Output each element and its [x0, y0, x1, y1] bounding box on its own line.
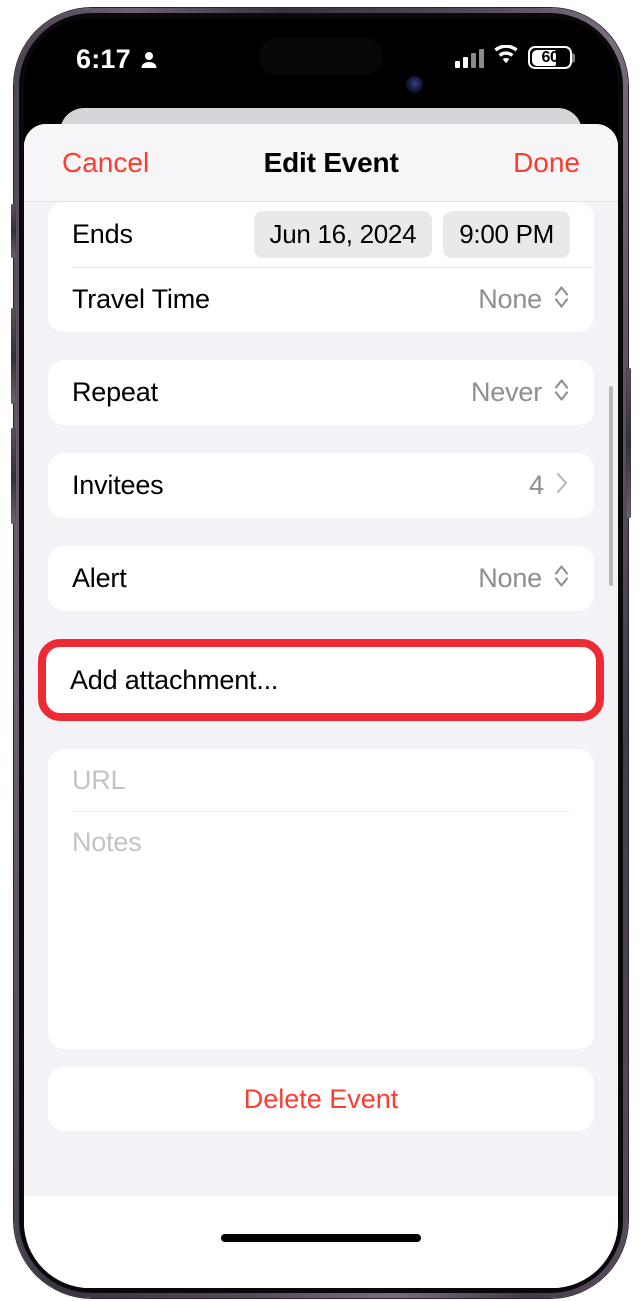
travel-time-row[interactable]: Travel Time None — [48, 267, 594, 332]
repeat-card: Repeat Never — [48, 360, 594, 425]
alert-value-group: None — [478, 563, 570, 594]
add-attachment-row[interactable]: Add attachment... — [46, 647, 596, 713]
edit-event-sheet: Cancel Edit Event Done Ends Jun 16, 2024… — [24, 124, 618, 1288]
ends-date-button[interactable]: Jun 16, 2024 — [253, 211, 433, 258]
repeat-row[interactable]: Repeat Never — [48, 360, 594, 425]
done-button[interactable]: Done — [513, 147, 580, 179]
wifi-icon — [493, 44, 519, 70]
ends-value-group: Jun 16, 2024 9:00 PM — [253, 211, 570, 258]
volume-down-button[interactable] — [11, 428, 16, 524]
travel-time-value: None — [478, 284, 542, 314]
add-attachment-label: Add attachment... — [70, 664, 279, 695]
invitees-label: Invitees — [72, 470, 164, 500]
invitees-value-group: 4 — [529, 470, 570, 501]
volume-up-button[interactable] — [11, 308, 16, 404]
invitees-count: 4 — [528, 470, 544, 500]
add-attachment-highlight-box: Add attachment... — [38, 639, 604, 721]
travel-time-value-group: None — [478, 284, 570, 315]
alert-label: Alert — [72, 563, 127, 593]
alert-row[interactable]: Alert None — [48, 546, 594, 611]
invitees-row[interactable]: Invitees 4 — [48, 453, 594, 518]
silent-switch-button[interactable] — [11, 204, 16, 258]
home-indicator[interactable] — [221, 1234, 421, 1242]
page-title: Edit Event — [263, 147, 399, 178]
person-icon — [139, 50, 159, 70]
power-button[interactable] — [626, 368, 631, 518]
navigation-bar: Cancel Edit Event Done — [24, 124, 618, 202]
dynamic-island — [259, 38, 383, 75]
event-form-scroll-area[interactable]: Ends Jun 16, 2024 9:00 PM Travel Time No… — [24, 202, 618, 1288]
chevron-right-icon — [555, 471, 570, 500]
front-camera-lens-icon — [406, 76, 423, 93]
status-bar-left: 6:17 — [76, 44, 159, 75]
battery-cap — [572, 53, 575, 62]
vertical-scrollbar[interactable] — [609, 386, 613, 586]
status-bar-right: 60 — [455, 44, 575, 70]
invitees-card: Invitees 4 — [48, 453, 594, 518]
phone-screen: 6:17 60 Cancel Edit Event Done Ends Jun … — [24, 18, 618, 1288]
repeat-label: Repeat — [72, 377, 158, 407]
chevron-up-down-icon — [553, 564, 570, 593]
bottom-safe-area — [24, 1196, 618, 1288]
notes-field[interactable]: Notes — [48, 811, 594, 873]
alert-card: Alert None — [48, 546, 594, 611]
battery-level: 60 — [541, 48, 559, 66]
repeat-value-group: Never — [471, 377, 570, 408]
cellular-signal-icon — [455, 48, 484, 68]
url-field[interactable]: URL — [48, 749, 594, 811]
alert-value: None — [478, 563, 542, 593]
repeat-value: Never — [470, 377, 542, 407]
iphone-device-frame: 6:17 60 Cancel Edit Event Done Ends Jun … — [11, 8, 631, 1298]
url-notes-card: URL Notes — [48, 749, 594, 1049]
notes-placeholder: Notes — [72, 826, 142, 857]
url-placeholder: URL — [72, 764, 126, 795]
status-bar: 6:17 60 — [24, 18, 618, 102]
delete-event-row[interactable]: Delete Event — [48, 1067, 594, 1131]
ends-time-button[interactable]: 9:00 PM — [443, 211, 570, 258]
travel-time-label: Travel Time — [72, 284, 210, 314]
chevron-up-down-icon — [553, 378, 570, 407]
ends-row[interactable]: Ends Jun 16, 2024 9:00 PM — [48, 202, 594, 267]
ends-label: Ends — [72, 219, 133, 249]
status-time: 6:17 — [76, 44, 131, 74]
delete-event-label: Delete Event — [243, 1083, 399, 1114]
schedule-card: Ends Jun 16, 2024 9:00 PM Travel Time No… — [48, 202, 594, 332]
cancel-button[interactable]: Cancel — [62, 147, 149, 179]
battery-icon: 60 — [528, 46, 575, 69]
chevron-up-down-icon — [553, 285, 570, 314]
